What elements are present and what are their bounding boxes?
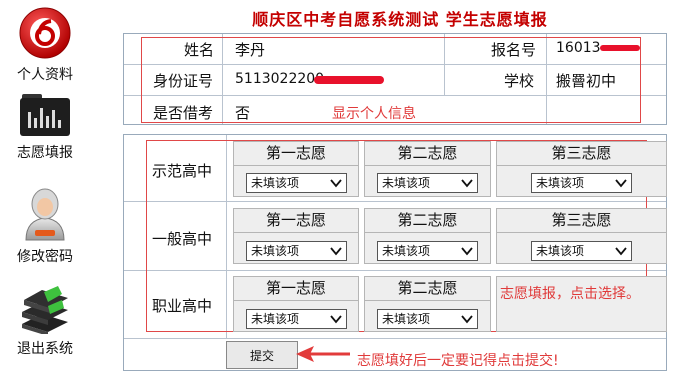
choice-select[interactable]: 未填该项 [246,309,347,329]
books-exit-icon [22,286,68,334]
sidebar-item-label: 退出系统 [17,341,73,357]
choice-head: 第一志愿 [233,141,359,166]
chevron-down-icon [330,315,342,324]
choice-head: 第二志愿 [364,208,491,233]
choice-select[interactable]: 未填该项 [246,173,347,193]
choice-select[interactable]: 未填该项 [531,241,632,261]
profile-icon [19,7,71,59]
chevron-down-icon [330,247,342,256]
sidebar-item-fill[interactable]: 志愿填报 [4,90,86,162]
row-label-model-high: 示范高中 [152,162,213,180]
chevron-down-icon [461,247,473,256]
row-label-general-high: 一般高中 [152,230,213,248]
sidebar-item-label: 个人资料 [17,67,73,83]
sidebar-item-label: 修改密码 [17,249,73,265]
choice-select[interactable]: 未填该项 [377,173,478,193]
choice-select[interactable]: 未填该项 [377,241,478,261]
choice-select[interactable]: 未填该项 [246,241,347,261]
submit-annotation: 志愿填好后一定要记得点击提交! [357,353,559,369]
choice-head: 第三志愿 [496,141,667,166]
page-title: 顺庆区中考自愿系统测试 学生志愿填报 [252,10,548,29]
submit-button[interactable]: 提交 [226,341,298,369]
arrow-left-icon [296,346,350,362]
chevron-down-icon [615,247,627,256]
choice-head: 第三志愿 [496,208,667,233]
choice-head: 第一志愿 [233,276,359,301]
sidebar: 个人资料 志愿填报 修改密码 退出系统 [0,0,90,388]
choice-select[interactable]: 未填该项 [531,173,632,193]
user-avatar-icon [25,188,65,241]
chevron-down-icon [615,179,627,188]
choice-head: 第二志愿 [364,141,491,166]
info-annotation: 显示个人信息 [332,106,416,122]
row-label-vocational-high: 职业高中 [152,297,213,315]
equalizer-folder-icon [20,94,70,136]
sidebar-item-password[interactable]: 修改密码 [4,186,86,266]
sidebar-item-label: 志愿填报 [17,145,73,161]
choice-head: 第二志愿 [364,276,491,301]
choice-head: 第一志愿 [233,208,359,233]
chevron-down-icon [330,179,342,188]
chevron-down-icon [461,315,473,324]
choice-select[interactable]: 未填该项 [377,309,478,329]
sidebar-item-profile[interactable]: 个人资料 [4,6,86,84]
sidebar-item-exit[interactable]: 退出系统 [4,282,86,358]
choices-annotation: 志愿填报，点击选择。 [500,283,640,303]
chevron-down-icon [461,179,473,188]
